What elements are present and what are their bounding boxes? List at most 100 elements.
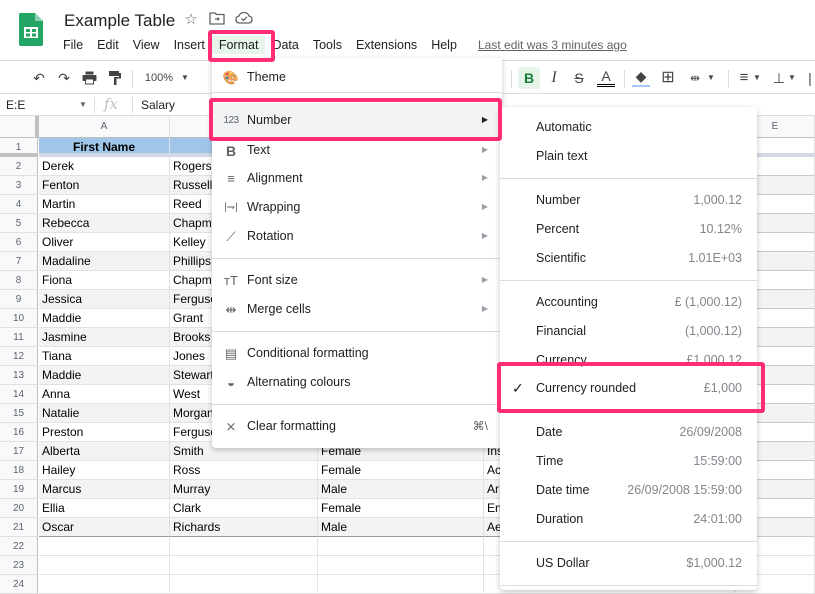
table-cell[interactable]: Clark [170,499,318,518]
vertical-align-icon[interactable]: ⊥ [772,67,786,89]
format-menu-item-rotation[interactable]: ⟋ Rotation ▶ [212,222,502,251]
table-cell[interactable]: Female [318,499,484,518]
table-cell[interactable]: Richards [170,518,318,537]
table-cell[interactable]: Male [318,480,484,499]
table-cell[interactable]: Preston [39,423,170,442]
table-cell[interactable]: Female [318,461,484,480]
menu-insert[interactable]: Insert [167,36,212,54]
formula-input[interactable]: Salary [141,98,175,112]
row-header-19[interactable]: 19 [0,480,38,499]
menu-edit[interactable]: Edit [90,36,126,54]
table-cell[interactable]: Martin [39,195,170,214]
star-icon[interactable]: ☆ [182,11,200,29]
text-wrap-icon[interactable]: | [805,67,815,89]
row-header-21[interactable]: 21 [0,518,38,537]
table-cell[interactable]: Tiana [39,347,170,366]
select-all-corner[interactable] [0,116,39,138]
format-menu-item-theme[interactable]: 🎨 Theme [212,63,502,92]
redo-icon[interactable]: ↷ [55,67,73,89]
row-header-24[interactable]: 24 [0,575,38,594]
number-format-scientific[interactable]: Scientific 1.01E+03 [500,244,757,273]
table-cell[interactable]: Ellia [39,499,170,518]
table-cell[interactable]: Marcus [39,480,170,499]
print-icon[interactable] [80,67,98,89]
table-cell[interactable]: Maddie [39,309,170,328]
row-header-3[interactable]: 3 [0,176,38,195]
halign-dropdown-icon[interactable]: ▼ [752,67,762,89]
horizontal-align-icon[interactable]: ≡ [736,67,752,89]
document-title[interactable]: Example Table [64,11,175,31]
table-cell[interactable]: Fiona [39,271,170,290]
table-cell[interactable]: Male [318,518,484,537]
table-cell[interactable]: Alberta [39,442,170,461]
table-cell[interactable] [170,537,318,556]
format-menu-item-conditional-formatting[interactable]: ▤ Conditional formatting [212,339,502,368]
merge-cells-icon[interactable]: ⇹ [686,67,704,89]
table-cell[interactable]: Natalie [39,404,170,423]
table-cell[interactable]: Maddie [39,366,170,385]
table-cell[interactable]: Murray [170,480,318,499]
row-header-2[interactable]: 2 [0,157,38,176]
column-header-a[interactable]: A [39,116,170,138]
menu-view[interactable]: View [126,36,167,54]
row-header-18[interactable]: 18 [0,461,38,480]
table-cell[interactable] [39,537,170,556]
number-format-duration[interactable]: Duration 24:01:00 [500,505,757,534]
number-format-us-dollar[interactable]: US Dollar $1,000.12 [500,549,757,578]
number-format-plain-text[interactable]: Plain text [500,142,757,171]
italic-button[interactable]: I [545,67,563,89]
merge-dropdown-icon[interactable]: ▼ [706,67,716,89]
table-cell[interactable]: Fenton [39,176,170,195]
number-format-percent[interactable]: Percent 10.12% [500,215,757,244]
undo-icon[interactable]: ↶ [30,67,48,89]
table-cell[interactable] [39,575,170,594]
table-cell[interactable]: Ross [170,461,318,480]
cloud-saved-icon[interactable] [235,11,253,29]
zoom-select[interactable]: 100% [143,67,175,89]
sheets-logo-icon[interactable] [19,13,43,46]
table-cell[interactable] [170,575,318,594]
table-cell[interactable]: Hailey [39,461,170,480]
row-header-12[interactable]: 12 [0,347,38,366]
row-header-22[interactable]: 22 [0,537,38,556]
last-edit-link[interactable]: Last edit was 3 minutes ago [478,38,627,52]
text-color-button[interactable]: A [597,67,615,87]
table-cell[interactable] [318,575,484,594]
zoom-dropdown-icon[interactable]: ▼ [180,67,190,89]
table-cell[interactable]: Rebecca [39,214,170,233]
table-cell[interactable]: Oliver [39,233,170,252]
name-box[interactable]: E:E [6,98,25,112]
format-menu-item-merge-cells[interactable]: ⇹ Merge cells ▶ [212,295,502,324]
format-menu-item-clear-formatting[interactable]: ⨯ Clear formatting ⌘\ [212,412,502,441]
table-cell[interactable]: Madaline [39,252,170,271]
menu-extensions[interactable]: Extensions [349,36,424,54]
number-format-accounting[interactable]: Accounting £ (1,000.12) [500,288,757,317]
number-format-time[interactable]: Time 15:59:00 [500,447,757,476]
number-format-date[interactable]: Date 26/09/2008 [500,418,757,447]
row-header-14[interactable]: 14 [0,385,38,404]
format-menu-item-font-size[interactable]: тT Font size ▶ [212,266,502,295]
row-header-17[interactable]: 17 [0,442,38,461]
format-menu-item-wrapping[interactable]: |⇁| Wrapping ▶ [212,193,502,222]
number-format-number[interactable]: Number 1,000.12 [500,186,757,215]
row-header-20[interactable]: 20 [0,499,38,518]
menu-help[interactable]: Help [424,36,464,54]
table-cell[interactable]: Oscar [39,518,170,537]
move-folder-icon[interactable] [208,11,226,29]
row-header-4[interactable]: 4 [0,195,38,214]
row-header-15[interactable]: 15 [0,404,38,423]
row-header-16[interactable]: 16 [0,423,38,442]
row-header-7[interactable]: 7 [0,252,38,271]
table-cell[interactable] [318,537,484,556]
row-header-6[interactable]: 6 [0,233,38,252]
row-header-13[interactable]: 13 [0,366,38,385]
format-menu-item-alternating-colours[interactable]: ◒ Alternating colours [212,368,502,397]
format-menu-item-alignment[interactable]: ≡ Alignment ▶ [212,164,502,193]
number-format-date-time[interactable]: Date time 26/09/2008 15:59:00 [500,476,757,505]
name-box-dropdown-icon[interactable]: ▼ [79,100,87,109]
table-cell[interactable] [170,556,318,575]
borders-icon[interactable]: ⊞ [659,67,677,89]
valign-dropdown-icon[interactable]: ▼ [787,67,797,89]
strikethrough-button[interactable]: S [570,67,588,89]
fill-color-icon[interactable]: ◆ [632,67,650,87]
